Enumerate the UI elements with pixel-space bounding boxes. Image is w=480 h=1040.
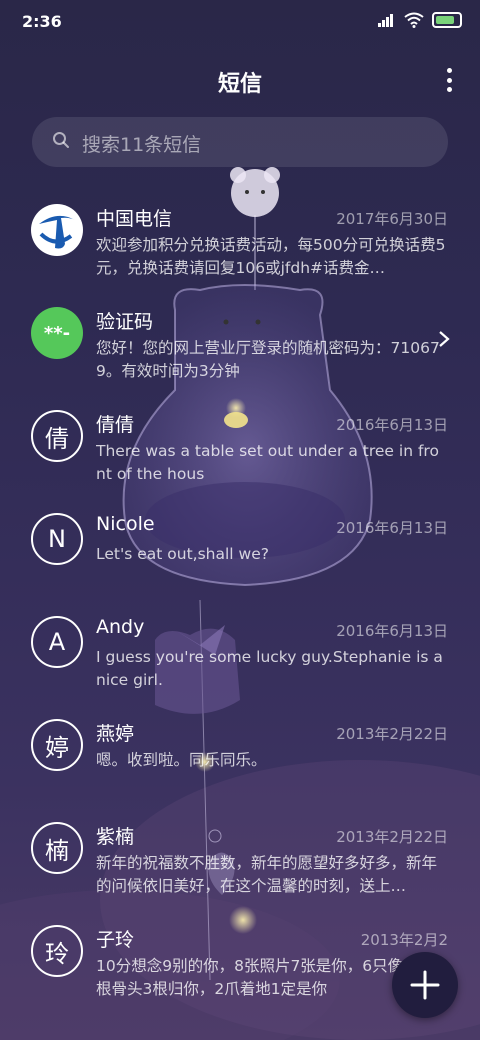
message-date: 2013年2月22日 [336,828,448,846]
message-preview: 嗯。收到啦。同乐同乐。 [96,751,267,769]
search-input[interactable]: 搜索11条短信 [32,117,448,167]
message-preview: 新年的祝福数不胜数，新年的愿望好多好多，新年的问候依旧美好，在这个温馨的时刻，送… [96,854,438,895]
page-title: 短信 [217,72,262,97]
message-preview: 您好！您的网上营业厅登录的随机密码为：710679。有效时间为3分钟 [96,339,440,380]
app-header: 短信 [0,56,480,104]
contact-name: 燕婷 [96,723,135,745]
contact-avatar: A [31,616,83,668]
battery-icon [432,12,462,28]
contact-avatar: N [31,513,83,565]
conversation-item[interactable]: 婷 燕婷 2013年2月22日 嗯。收到啦。同乐同乐。 [0,705,480,808]
conversation-item[interactable]: **- 验证码 您好！您的网上营业厅登录的随机密码为：710679。有效时间为3… [0,293,480,396]
contact-name: 子玲 [96,929,135,951]
contact-name: Nicole [96,513,155,535]
search-placeholder: 搜索11条短信 [82,134,202,156]
contact-name: 中国电信 [96,208,173,230]
verification-code-avatar: **- [31,307,83,359]
chevron-right-icon[interactable] [438,330,450,348]
conversation-item[interactable]: 中国电信 2017年6月30日 欢迎参加积分兑换话费活动，每500分可兑换话费5… [0,190,480,293]
contact-name: Andy [96,616,145,638]
contact-avatar: 玲 [31,925,83,977]
conversation-item[interactable]: N Nicole 2016年6月13日 Let's eat out,shall … [0,499,480,602]
status-icons [378,12,462,28]
search-icon [53,132,69,148]
contact-avatar: 楠 [31,822,83,874]
contact-name: 倩倩 [96,414,135,436]
message-date: 2017年6月30日 [336,210,448,228]
conversation-item[interactable]: 倩 倩倩 2016年6月13日 There was a table set ou… [0,396,480,499]
contact-avatar: 婷 [31,719,83,771]
plus-icon [410,970,440,1000]
signal-icon [378,13,396,27]
status-bar: 2:36 [0,0,480,44]
message-preview: Let's eat out,shall we? [96,545,269,563]
message-date: 2016年6月13日 [336,416,448,434]
new-message-button[interactable] [392,952,458,1018]
message-date: 2013年2月22日 [336,725,448,743]
contact-name: 验证码 [96,311,154,333]
contact-name: 紫楠 [96,826,135,848]
message-date: 2013年2月2 [360,931,448,949]
contact-avatar: 倩 [31,410,83,462]
message-date: 2016年6月13日 [336,622,448,640]
message-preview: There was a table set out under a tree i… [96,442,439,483]
wifi-icon [404,12,424,28]
conversation-list: 中国电信 2017年6月30日 欢迎参加积分兑换话费活动，每500分可兑换话费5… [0,190,480,1014]
conversation-item[interactable]: 楠 紫楠 2013年2月22日 新年的祝福数不胜数，新年的愿望好多好多，新年的问… [0,808,480,911]
status-time: 2:36 [22,12,62,31]
message-preview: 欢迎参加积分兑换话费活动，每500分可兑换话费5元，兑换话费请回复106或jfd… [96,236,446,277]
china-telecom-logo-icon [31,204,83,256]
more-options-icon[interactable] [444,68,454,92]
message-preview: I guess you're some lucky guy.Stephanie … [96,648,443,689]
message-date: 2016年6月13日 [336,519,448,537]
conversation-item[interactable]: A Andy 2016年6月13日 I guess you're some lu… [0,602,480,705]
